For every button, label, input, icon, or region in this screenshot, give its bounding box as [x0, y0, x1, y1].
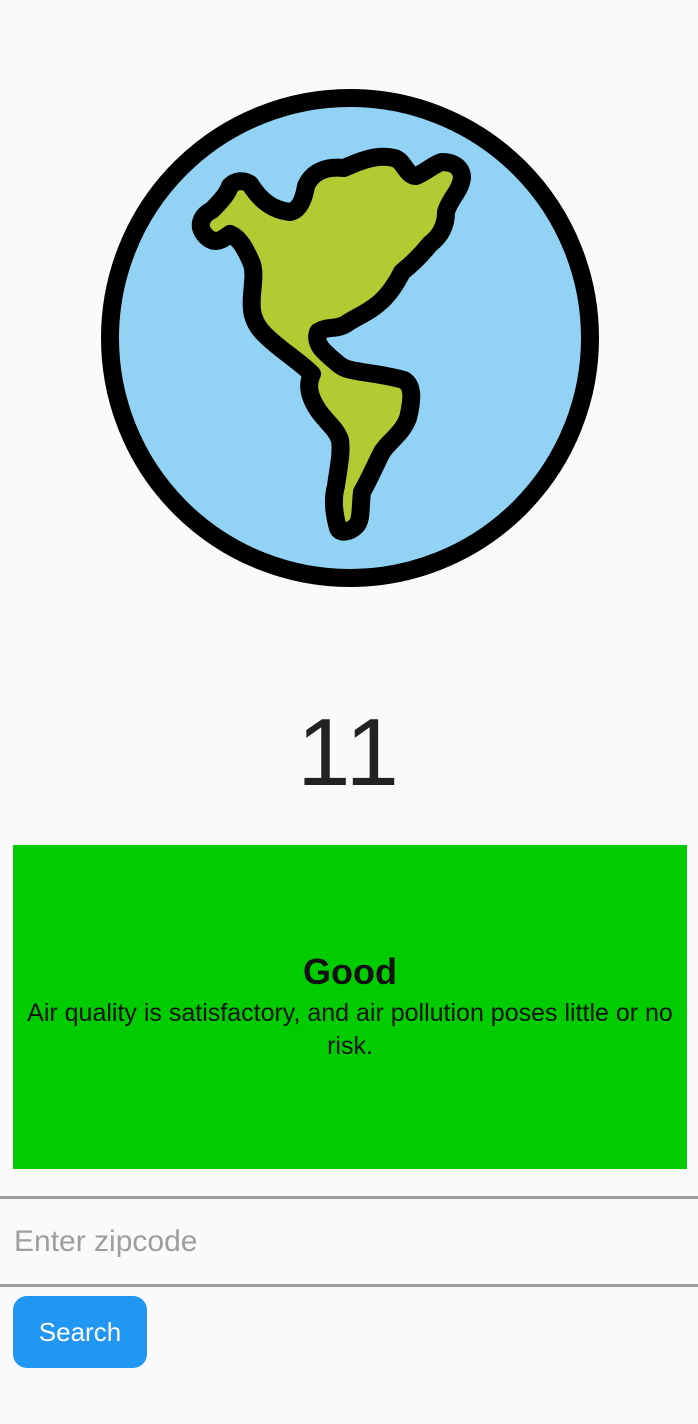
- input-divider-bottom: [0, 1284, 698, 1287]
- air-quality-status-card: Good Air quality is satisfactory, and ai…: [13, 845, 687, 1169]
- earth-americas-icon: [100, 88, 600, 588]
- search-button[interactable]: Search: [13, 1296, 147, 1368]
- status-description: Air quality is satisfactory, and air pol…: [27, 999, 673, 1060]
- zipcode-input[interactable]: [0, 1199, 698, 1284]
- status-title: Good: [303, 951, 397, 992]
- aqi-value: 11: [297, 699, 401, 806]
